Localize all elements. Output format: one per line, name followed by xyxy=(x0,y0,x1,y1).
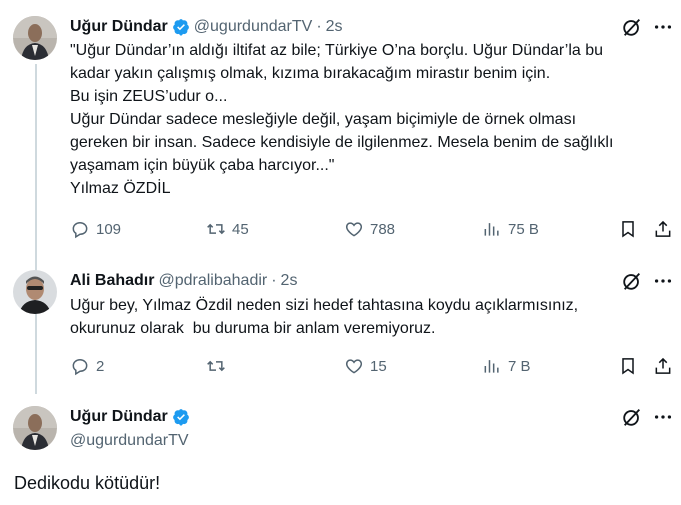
author-name[interactable]: Uğur Dündar xyxy=(70,408,168,426)
reply-count: 2 xyxy=(96,357,105,375)
tweet-text: "Uğur Dündar’ın aldığı iltifat az bile; … xyxy=(70,39,670,200)
like-icon xyxy=(345,222,363,237)
avatar-ugur-dundar[interactable] xyxy=(13,406,57,450)
tweet-header: Uğur Dündar xyxy=(70,406,190,428)
reply-count: 109 xyxy=(96,220,122,238)
avatar-ali-bahadir[interactable] xyxy=(13,270,57,314)
tweet-time[interactable]: 2s xyxy=(281,272,298,290)
tweet-line: yaşamam için büyük çaba harcıyor..." xyxy=(70,157,335,174)
author-name[interactable]: Ali Bahadır xyxy=(70,272,154,290)
tweet-actions: 109 45 788 75 B xyxy=(70,219,675,243)
views-button[interactable]: 7 B xyxy=(482,356,531,376)
tweet-header: Ali Bahadır @pdralibahadir · 2s xyxy=(70,270,297,292)
repost-button[interactable]: 45 xyxy=(206,219,249,239)
author-handle[interactable]: @pdralibahadir xyxy=(158,272,267,290)
tweet-time[interactable]: 2s xyxy=(326,18,343,36)
separator-dot: · xyxy=(316,18,322,35)
tweet-line: Uğur Dündar sadece mesleğiyle değil, yaş… xyxy=(70,111,577,128)
tweet-line: Bu işin ZEUS’udur o... xyxy=(70,88,228,105)
repost-icon xyxy=(207,223,225,235)
grok-icon[interactable] xyxy=(621,270,643,292)
tweet-line: kadar yakın çalışmış olmak, kızıma bırak… xyxy=(70,65,551,82)
more-icon[interactable] xyxy=(652,406,674,428)
more-icon[interactable] xyxy=(652,270,674,292)
tweet-line: Uğur bey, Yılmaz Özdil neden sizi hedef … xyxy=(70,297,579,314)
bookmark-button[interactable] xyxy=(618,219,638,239)
views-icon xyxy=(484,360,499,373)
bookmark-icon xyxy=(622,358,634,375)
like-button[interactable]: 788 xyxy=(344,219,395,239)
tweet-text: Uğur bey, Yılmaz Özdil neden sizi hedef … xyxy=(70,294,670,340)
thread-line xyxy=(35,64,37,394)
bookmark-icon xyxy=(622,221,634,238)
grok-icon[interactable] xyxy=(621,16,643,38)
more-icon[interactable] xyxy=(652,16,674,38)
tweet-header: Uğur Dündar @ugurdundarTV · 2s xyxy=(70,16,343,38)
reply-button[interactable]: 2 xyxy=(70,356,104,376)
author-handle[interactable]: @ugurdundarTV xyxy=(70,432,189,450)
author-handle[interactable]: @ugurdundarTV xyxy=(194,18,313,36)
views-count: 7 B xyxy=(508,357,531,375)
like-icon xyxy=(345,359,363,374)
like-button[interactable]: 15 xyxy=(344,356,387,376)
separator-dot: · xyxy=(271,272,277,289)
views-button[interactable]: 75 B xyxy=(482,219,539,239)
share-icon xyxy=(655,357,671,374)
like-count: 15 xyxy=(370,357,387,375)
repost-count: 45 xyxy=(232,220,249,238)
tweet-line: "Uğur Dündar’ın aldığı iltifat az bile; … xyxy=(70,42,604,59)
verified-badge-icon xyxy=(172,409,189,426)
repost-button[interactable] xyxy=(206,356,232,376)
avatar-ugur-dundar[interactable] xyxy=(13,16,57,60)
share-icon xyxy=(655,220,671,237)
repost-icon xyxy=(207,360,225,372)
verified-badge-icon xyxy=(172,19,189,36)
bookmark-button[interactable] xyxy=(618,356,638,376)
views-icon xyxy=(484,223,499,236)
tweet-line: gereken bir insan. Sadece kendisiyle de … xyxy=(70,134,614,151)
tweet-actions: 2 15 7 B xyxy=(70,356,675,380)
author-name[interactable]: Uğur Dündar xyxy=(70,18,168,36)
share-button[interactable] xyxy=(653,356,673,376)
views-count: 75 B xyxy=(508,220,539,238)
reply-button[interactable]: 109 xyxy=(70,219,121,239)
reply-icon xyxy=(72,221,88,239)
tweet-line: okurunuz olarak bu duruma bir anlam vere… xyxy=(70,320,436,337)
main-tweet-text: Dedikodu kötüdür! xyxy=(14,473,161,493)
like-count: 788 xyxy=(370,220,396,238)
tweet-handle-row: @ugurdundarTV xyxy=(70,430,189,452)
grok-icon[interactable] xyxy=(621,406,643,428)
tweet-line: Yılmaz ÖZDİL xyxy=(70,180,171,197)
reply-icon xyxy=(72,358,88,376)
share-button[interactable] xyxy=(653,219,673,239)
